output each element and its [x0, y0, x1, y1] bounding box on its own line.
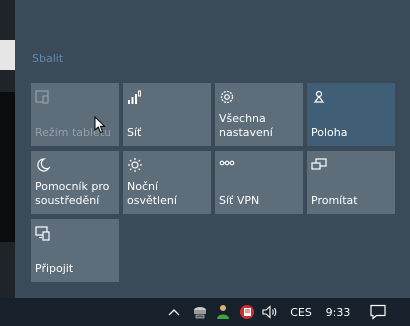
input-language-indicator[interactable]: CES [286, 303, 316, 321]
network-drive-icon [194, 307, 206, 319]
clock[interactable]: 9:33 [323, 303, 353, 321]
tile-label: Všechna nastavení [219, 112, 273, 139]
tile-connect[interactable]: Připojit [31, 219, 119, 282]
action-center-notification-icon [370, 304, 386, 320]
mouse-cursor-icon [94, 116, 106, 134]
tile-label: Síť [127, 126, 142, 139]
focus-assist-moon-icon [37, 158, 51, 172]
vpn-icon [219, 160, 235, 166]
volume-button[interactable] [261, 303, 281, 321]
tile-focus-assist[interactable]: Pomocník pro soustředění [31, 151, 119, 214]
red-badge-app-icon [240, 305, 254, 319]
tray-network-drive[interactable] [191, 303, 209, 321]
tile-network[interactable]: Síť [123, 83, 211, 146]
tile-label: Síť VPN [219, 194, 260, 207]
background-window-bar [0, 40, 15, 70]
user-green-icon [217, 305, 229, 319]
project-icon [311, 158, 327, 170]
tile-tablet-mode[interactable]: Režim tabletu [31, 83, 119, 146]
tile-label: Promítat [311, 194, 358, 207]
action-center-button[interactable] [368, 303, 388, 321]
tile-label: Poloha [311, 126, 348, 139]
taskbar: CES 9:33 [0, 298, 410, 326]
tile-label: Noční osvětlení [127, 180, 177, 207]
night-light-sun-icon [128, 158, 142, 172]
tile-location[interactable]: Poloha [307, 83, 395, 146]
tile-night-light[interactable]: Noční osvětlení [123, 151, 211, 214]
tile-all-settings[interactable]: Všechna nastavení [215, 83, 303, 146]
location-icon [313, 90, 325, 103]
network-icon [128, 90, 141, 104]
chevron-up-icon [168, 309, 180, 316]
settings-gear-icon [220, 90, 234, 104]
connect-icon [35, 226, 50, 241]
tray-app-badge[interactable] [237, 303, 257, 321]
tile-vpn[interactable]: Síť VPN [215, 151, 303, 214]
show-hidden-icons-button[interactable] [166, 303, 182, 321]
speaker-icon [262, 305, 277, 319]
tablet-mode-icon [35, 90, 49, 104]
tile-label: Pomocník pro soustředění [35, 180, 110, 207]
background-window-edge [0, 0, 15, 298]
collapse-link[interactable]: Sbalit [32, 52, 63, 65]
tile-project[interactable]: Promítat [307, 151, 395, 214]
tray-user[interactable] [214, 303, 232, 321]
tile-label: Připojit [35, 262, 74, 275]
background-window-panel [0, 92, 15, 242]
